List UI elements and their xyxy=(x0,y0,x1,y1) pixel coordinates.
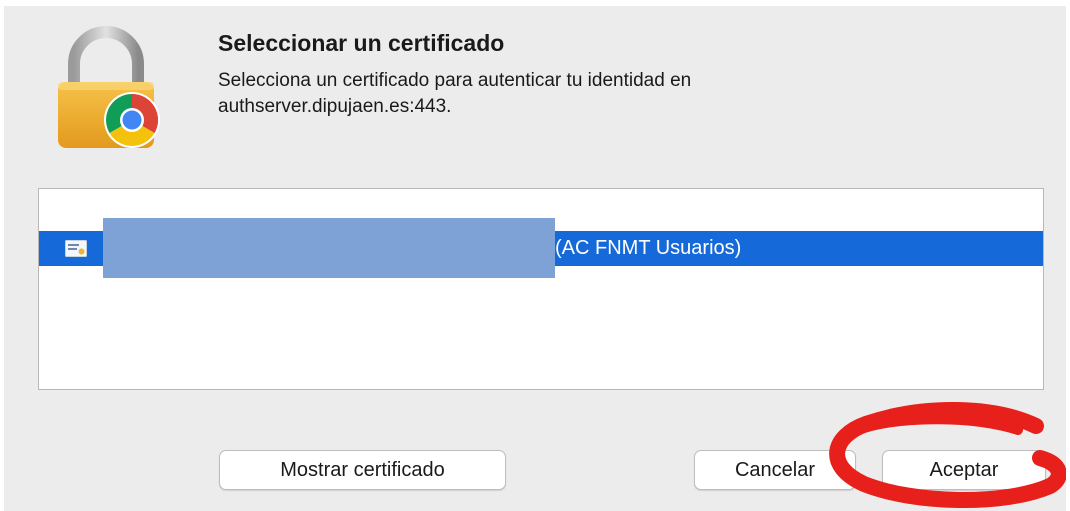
redacted-certificate-name xyxy=(103,218,555,278)
dialog-title: Seleccionar un certificado xyxy=(218,30,505,56)
lock-chrome-icon xyxy=(58,26,160,148)
accept-button[interactable]: Aceptar xyxy=(882,450,1046,490)
dialog-message-line-1: Selecciona un certificado para autentica… xyxy=(218,70,692,91)
certificate-row-selected[interactable]: (AC FNMT Usuarios) xyxy=(39,218,1043,278)
certificate-icon xyxy=(65,240,87,257)
dialog-message: Selecciona un certificado para autentica… xyxy=(218,68,858,120)
show-certificate-button[interactable]: Mostrar certificado xyxy=(219,450,506,490)
cancel-button[interactable]: Cancelar xyxy=(694,450,856,490)
certificate-dialog: Seleccionar un certificado Selecciona un… xyxy=(4,6,1066,511)
dialog-message-line-2: authserver.dipujaen.es:443. xyxy=(218,96,452,117)
certificate-list[interactable]: (AC FNMT Usuarios) xyxy=(38,188,1044,390)
certificate-label: (AC FNMT Usuarios) xyxy=(555,237,742,259)
